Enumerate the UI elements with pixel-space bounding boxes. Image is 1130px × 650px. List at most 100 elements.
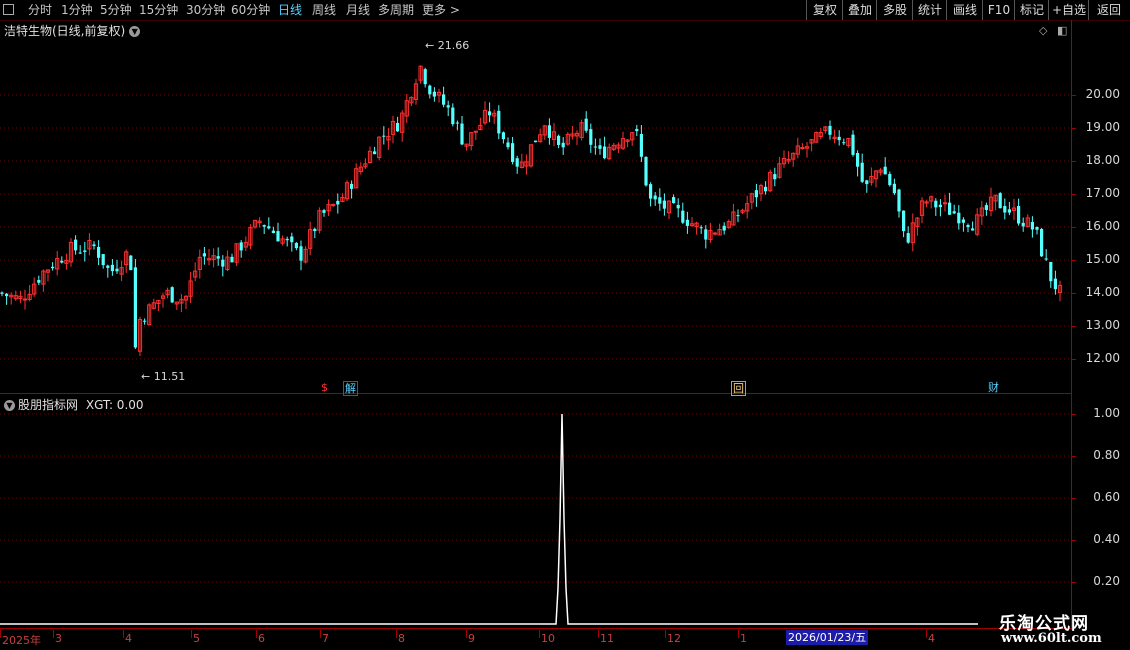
financial-report-marker[interactable]: 财 — [987, 381, 1000, 394]
candle-body — [842, 142, 846, 144]
high-price-label: ← 21.66 — [425, 39, 470, 52]
indicator-chart — [0, 413, 1071, 625]
candle-body — [704, 229, 708, 240]
indicator-tick-mark — [1071, 414, 1076, 415]
candle-body — [170, 287, 174, 303]
candle-body — [350, 183, 354, 189]
time-axis-tick — [320, 630, 321, 638]
candle-body — [110, 264, 114, 272]
time-axis-label: 1 — [740, 632, 747, 645]
candle-body — [129, 255, 133, 271]
candle-body — [97, 246, 101, 258]
time-axis-label: 9 — [468, 632, 475, 645]
price-tick-mark — [1071, 260, 1076, 261]
candle-body — [423, 69, 427, 85]
multi-stock-button[interactable]: 多股 — [876, 0, 913, 20]
price-tick-mark — [1071, 128, 1076, 129]
candle-body — [856, 153, 860, 167]
period-tab-more[interactable]: 更多 > — [422, 2, 460, 18]
time-axis-label: 12 — [667, 632, 681, 645]
candle-body — [446, 105, 450, 108]
period-tab-15min[interactable]: 15分钟 — [139, 2, 178, 18]
candle-body — [83, 250, 87, 252]
time-axis-label: 8 — [398, 632, 405, 645]
candle-body — [239, 242, 243, 251]
dividend-marker[interactable]: $ — [321, 381, 328, 394]
candle-body — [106, 265, 110, 268]
candle-body — [0, 292, 4, 294]
price-tick: 18.00 — [1085, 153, 1120, 167]
candle-body — [460, 123, 464, 145]
candle-body — [501, 132, 505, 140]
overlay-button[interactable]: 叠加 — [842, 0, 877, 20]
candle-body — [428, 85, 432, 95]
back-button[interactable]: 返回 — [1088, 0, 1129, 20]
candle-body — [934, 200, 938, 208]
candle-body — [639, 134, 643, 157]
stats-button[interactable]: 统计 — [912, 0, 947, 20]
indicator-tick: 1.00 — [1093, 406, 1120, 420]
period-tab-1min[interactable]: 1分钟 — [61, 2, 93, 18]
price-tick: 16.00 — [1085, 219, 1120, 233]
time-axis-label: 11 — [600, 632, 614, 645]
time-axis-tick — [256, 630, 257, 638]
time-axis-tick — [191, 630, 192, 638]
period-tab-30min[interactable]: 30分钟 — [186, 2, 225, 18]
candle-body — [497, 110, 501, 134]
candle-body — [676, 204, 680, 209]
candle-body — [658, 197, 662, 204]
candle-body — [685, 219, 689, 226]
candle-body — [285, 238, 289, 241]
candle-body — [906, 233, 910, 243]
candle-body — [938, 204, 942, 208]
candle-body — [60, 260, 64, 263]
price-tick: 17.00 — [1085, 186, 1120, 200]
candle-body — [584, 118, 588, 131]
time-axis-tick — [123, 630, 124, 638]
period-tab-weekly[interactable]: 周线 — [312, 2, 336, 18]
candle-body — [1049, 261, 1053, 282]
candle-body — [262, 225, 266, 227]
period-tab-60min[interactable]: 60分钟 — [231, 2, 270, 18]
price-tick-mark — [1071, 194, 1076, 195]
candle-body — [754, 190, 758, 198]
price-tick-mark — [1071, 326, 1076, 327]
time-axis-tick — [665, 630, 666, 638]
time-axis-tick — [466, 630, 467, 638]
time-axis-label: 4 — [125, 632, 132, 645]
candle-body — [1040, 228, 1044, 257]
candle-body — [1035, 227, 1039, 230]
draw-line-button[interactable]: 画线 — [946, 0, 983, 20]
price-tick: 13.00 — [1085, 318, 1120, 332]
time-axis-label: 10 — [541, 632, 555, 645]
candle-body — [966, 225, 970, 228]
candle-body — [649, 184, 653, 199]
period-tab-daily[interactable]: 日线 — [278, 2, 302, 18]
f10-button[interactable]: F10 — [982, 0, 1015, 20]
candle-body — [451, 107, 455, 125]
candle-body — [722, 225, 726, 231]
candle-body — [736, 215, 740, 217]
period-tab-monthly[interactable]: 月线 — [346, 2, 370, 18]
add-watchlist-button[interactable]: +自选 — [1048, 0, 1089, 20]
candle-body — [593, 146, 597, 148]
candle-body — [1007, 209, 1011, 213]
fuquan-button[interactable]: 复权 — [806, 0, 843, 20]
candle-body — [396, 122, 400, 132]
candlestick-chart — [0, 65, 1071, 360]
period-tab-5min[interactable]: 5分钟 — [100, 2, 132, 18]
period-tab-multi[interactable]: 多周期 — [378, 2, 414, 18]
candle-body — [865, 180, 869, 185]
candle-body — [800, 146, 805, 149]
candle-body — [557, 135, 561, 145]
price-tick: 12.00 — [1085, 351, 1120, 365]
price-tick: 19.00 — [1085, 120, 1120, 134]
mark-button[interactable]: 标记 — [1014, 0, 1049, 20]
time-axis-label: 5 — [193, 632, 200, 645]
candle-body — [267, 226, 271, 229]
candle-body — [883, 166, 887, 175]
price-tick: 15.00 — [1085, 252, 1120, 266]
period-tab-fenshi[interactable]: 分时 — [28, 2, 52, 18]
menu-icon[interactable] — [3, 4, 14, 15]
candle-body — [851, 134, 855, 155]
